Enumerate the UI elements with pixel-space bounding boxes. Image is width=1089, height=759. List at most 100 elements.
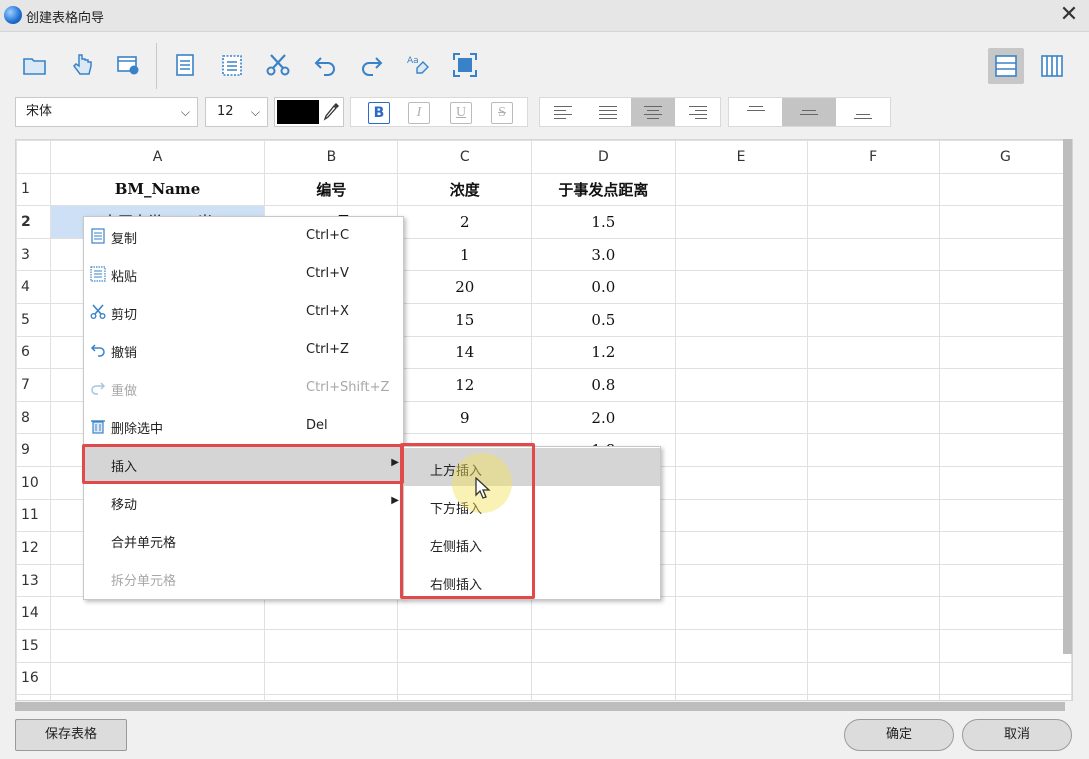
grid-cell[interactable] [938,433,1072,467]
grid-cell[interactable] [264,694,399,700]
row-header[interactable]: 8 [16,400,51,435]
grid-cell[interactable] [806,335,940,370]
menu-item-undo[interactable]: 撤销 Ctrl+Z [84,331,403,369]
align-left-icon[interactable] [541,98,585,126]
grid-cell[interactable] [49,628,266,663]
grid-cell[interactable] [938,270,1072,304]
grid-cell[interactable]: 于事发点距离 [531,172,676,207]
grid-cell[interactable] [938,531,1072,565]
undo-icon[interactable] [310,50,340,80]
grid-cell[interactable] [806,563,940,598]
grid-cell[interactable] [674,302,808,337]
grid-cell[interactable] [806,531,940,565]
grid-cell[interactable] [397,596,533,630]
column-view-icon[interactable] [1034,48,1070,84]
align-top-icon[interactable] [734,98,778,126]
grid-cell[interactable] [531,661,676,696]
clear-format-icon[interactable]: Aa [403,50,433,80]
grid-cell[interactable]: 15 [397,302,533,337]
row-header[interactable]: 10 [16,465,51,500]
grid-cell[interactable] [674,237,808,272]
corner-cell[interactable] [16,140,51,174]
row-header[interactable]: 1 [16,172,51,207]
column-header-g[interactable]: G [938,140,1072,174]
font-color-picker[interactable] [274,97,344,127]
grid-cell[interactable] [806,368,940,402]
grid-cell[interactable] [49,694,266,700]
cancel-button[interactable]: 取消 [962,719,1072,751]
grid-cell[interactable]: 1.5 [531,205,676,239]
grid-cell[interactable] [806,433,940,467]
hand-pointer-icon[interactable] [67,50,97,80]
row-header[interactable]: 13 [16,563,51,598]
grid-cell[interactable] [674,498,808,533]
grid-cell[interactable] [531,628,676,663]
grid-cell[interactable] [806,205,940,239]
grid-cell[interactable] [397,694,533,700]
grid-cell[interactable] [674,205,808,239]
grid-cell[interactable] [264,596,399,630]
grid-cell[interactable] [938,498,1072,533]
underline-button[interactable]: U [450,102,472,124]
row-header[interactable]: 12 [16,531,51,565]
grid-cell[interactable] [806,302,940,337]
grid-cell[interactable] [938,465,1072,500]
grid-cell[interactable] [938,596,1072,630]
grid-cell[interactable] [674,596,808,630]
column-header-c[interactable]: C [397,140,533,174]
grid-cell[interactable]: 编号 [264,172,399,207]
grid-cell[interactable] [806,694,940,700]
menu-item-copy[interactable]: 复制 Ctrl+C [84,217,403,255]
grid-cell[interactable] [938,302,1072,337]
grid-cell[interactable]: 3.0 [531,237,676,272]
grid-cell[interactable] [938,335,1072,370]
grid-cell[interactable]: 0.5 [531,302,676,337]
grid-cell[interactable] [806,270,940,304]
grid-cell[interactable] [674,270,808,304]
grid-cell[interactable] [674,335,808,370]
row-header[interactable]: 15 [16,628,51,663]
font-size-select[interactable]: 12 ⌵ [205,97,268,127]
row-header[interactable]: 2 [16,205,51,239]
grid-cell[interactable] [806,172,940,207]
row-header[interactable]: 4 [16,270,51,304]
bold-button[interactable]: B [368,102,390,124]
grid-cell[interactable] [531,596,676,630]
grid-cell[interactable] [806,596,940,630]
row-header[interactable]: 9 [16,433,51,467]
copy-icon[interactable] [170,50,200,80]
align-center-icon[interactable] [631,98,675,126]
ok-button[interactable]: 确定 [844,719,954,751]
grid-cell[interactable] [674,563,808,598]
grid-cell[interactable]: 12 [397,368,533,402]
row-header[interactable]: 17 [16,694,51,700]
grid-cell[interactable] [674,172,808,207]
grid-cell[interactable]: 浓度 [397,172,533,207]
italic-button[interactable]: I [408,102,430,124]
menu-item-delete-selected[interactable]: 删除选中 Del [84,407,403,445]
eyedropper-icon[interactable] [323,101,341,123]
cut-icon[interactable] [263,50,293,80]
align-bottom-icon[interactable] [841,98,885,126]
grid-cell[interactable] [806,465,940,500]
grid-cell[interactable]: 0.8 [531,368,676,402]
grid-cell[interactable] [674,465,808,500]
grid-cell[interactable] [397,661,533,696]
grid-cell[interactable]: 1.2 [531,335,676,370]
grid-cell[interactable] [806,400,940,435]
grid-cell[interactable]: 9 [397,400,533,435]
grid-cell[interactable] [674,368,808,402]
grid-cell[interactable] [806,498,940,533]
grid-cell[interactable] [938,661,1072,696]
grid-cell[interactable] [806,237,940,272]
align-middle-icon[interactable] [782,98,836,126]
menu-item-move[interactable]: 移动 ▶ [84,483,403,521]
grid-cell[interactable] [674,531,808,565]
paste-icon[interactable] [217,50,247,80]
grid-cell[interactable] [397,628,533,663]
grid-cell[interactable] [674,661,808,696]
window-add-icon[interactable] [113,50,143,80]
row-header[interactable]: 11 [16,498,51,533]
row-view-icon[interactable] [988,48,1024,84]
grid-cell[interactable] [938,563,1072,598]
